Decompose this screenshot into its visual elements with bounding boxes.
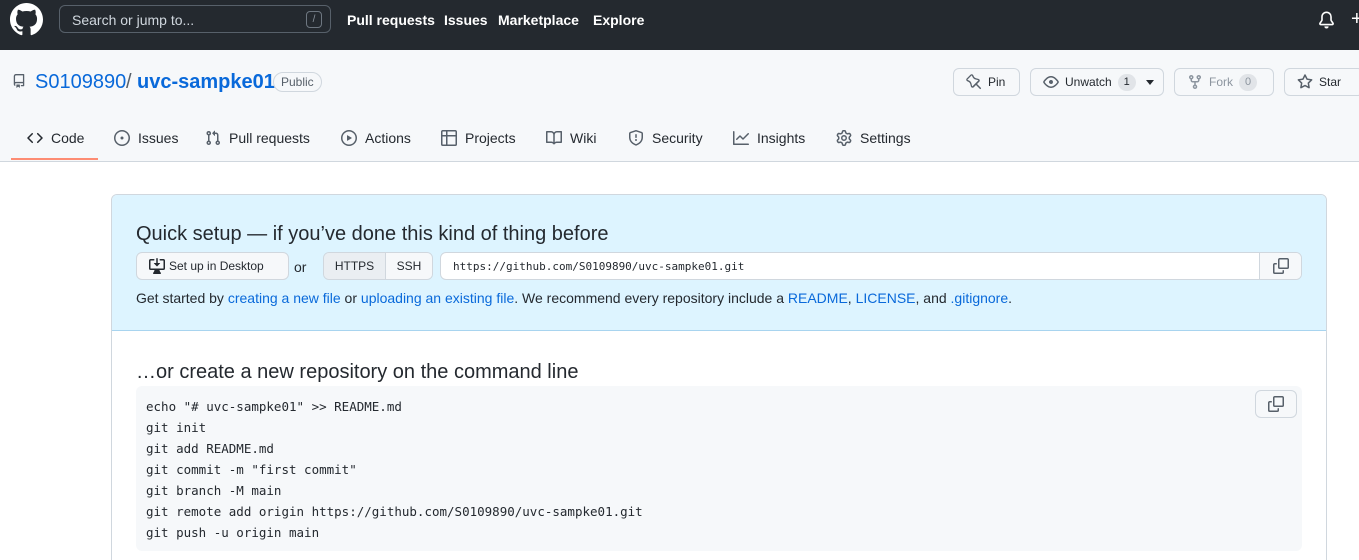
repo-icon (13, 74, 25, 88)
star-button[interactable]: Star (1284, 68, 1359, 96)
pin-label: Pin (988, 75, 1006, 89)
tab-insights-label: Insights (757, 130, 806, 146)
clone-url-field[interactable]: https://github.com/S0109890/uvc-sampke01… (440, 252, 1302, 280)
code-line: git push -u origin main (146, 525, 320, 540)
copy-commands-button[interactable] (1255, 390, 1297, 418)
command-line-code-block: echo "# uvc-sampke01" >> README.md git i… (136, 386, 1302, 551)
table-icon (441, 130, 457, 146)
fork-label: Fork (1209, 75, 1233, 89)
gear-icon (836, 130, 852, 146)
get-started-text-part: or (340, 290, 361, 306)
top-header: Search or jump to... / Pull requests Iss… (0, 0, 1359, 50)
tab-projects-label: Projects (465, 130, 516, 146)
quick-setup-panel: Quick setup — if you’ve done this kind o… (112, 195, 1326, 331)
tab-projects[interactable]: Projects (441, 128, 516, 148)
tab-actions[interactable]: Actions (341, 128, 411, 148)
desktop-download-icon (149, 258, 165, 274)
tab-issues-label: Issues (138, 130, 179, 146)
code-icon (27, 132, 43, 144)
protocol-toggle: HTTPS SSH (323, 252, 433, 280)
tab-code-label: Code (51, 130, 85, 146)
graph-icon (733, 131, 749, 145)
repo-path-separator: / (126, 71, 132, 93)
code-line: git add README.md (146, 441, 274, 456)
plus-icon[interactable]: + (1351, 8, 1359, 31)
repo-name-link[interactable]: uvc-sampke01 (137, 71, 275, 94)
selected-tab-indicator (11, 158, 98, 160)
license-link[interactable]: LICENSE (856, 290, 916, 306)
quick-setup-card: Quick setup — if you’ve done this kind o… (111, 194, 1327, 560)
search-shortcut-key: / (306, 11, 322, 28)
tab-insights[interactable]: Insights (733, 128, 805, 148)
unwatch-label: Unwatch (1065, 75, 1112, 89)
pin-icon (966, 74, 982, 90)
command-line-title: …or create a new repository on the comma… (136, 361, 579, 383)
get-started-text-part: , and (915, 290, 951, 306)
github-logo-icon[interactable] (10, 3, 43, 36)
get-started-text-part: . (1008, 290, 1013, 306)
tab-settings-label: Settings (860, 130, 911, 146)
tab-wiki-label: Wiki (570, 130, 597, 146)
tab-code[interactable]: Code (27, 128, 84, 148)
repo-forked-icon (1189, 75, 1201, 90)
tab-security-label: Security (652, 130, 703, 146)
or-text: or (294, 259, 307, 275)
setup-in-desktop-button[interactable]: Set up in Desktop (136, 252, 289, 280)
eye-icon (1043, 76, 1059, 88)
copy-icon (1268, 396, 1284, 412)
shield-icon (629, 130, 643, 146)
nav-issues[interactable]: Issues (444, 12, 488, 28)
quick-setup-title: Quick setup — if you’ve done this kind o… (136, 223, 609, 245)
watch-count-badge: 1 (1117, 73, 1136, 91)
ssh-button[interactable]: SSH (386, 253, 432, 279)
star-icon (1297, 74, 1313, 89)
repository-header: S0109890 / uvc-sampke01 Public Pin Unwat… (0, 50, 1359, 162)
copy-icon (1272, 258, 1289, 274)
https-button[interactable]: HTTPS (324, 253, 386, 279)
issue-opened-icon (114, 130, 130, 146)
get-started-text-part: Get started by (136, 290, 228, 306)
fork-button[interactable]: Fork 0 (1174, 68, 1274, 96)
clone-url-text: https://github.com/S0109890/uvc-sampke01… (453, 260, 745, 273)
creating-new-file-link[interactable]: creating a new file (228, 290, 341, 306)
tab-wiki[interactable]: Wiki (546, 128, 596, 148)
get-started-text: Get started by creating a new file or up… (136, 290, 1012, 306)
gitignore-link[interactable]: .gitignore (951, 290, 1009, 306)
get-started-text-part: . We recommend every repository include … (514, 290, 788, 306)
play-icon (341, 130, 357, 146)
code-line: git remote add origin https://github.com… (146, 504, 643, 519)
nav-pull-requests[interactable]: Pull requests (347, 12, 435, 28)
tab-settings[interactable]: Settings (836, 128, 911, 148)
search-placeholder: Search or jump to... (72, 12, 195, 28)
copy-url-button[interactable] (1259, 253, 1301, 279)
code-line: git init (146, 420, 207, 435)
tab-issues[interactable]: Issues (114, 128, 178, 148)
git-pull-request-icon (206, 130, 221, 146)
tab-security[interactable]: Security (628, 128, 703, 148)
tab-actions-label: Actions (365, 130, 411, 146)
star-label: Star (1319, 75, 1342, 89)
code-line: echo "# uvc-sampke01" >> README.md (146, 399, 402, 414)
tab-pull-requests-label: Pull requests (229, 130, 310, 146)
pin-button[interactable]: Pin (953, 68, 1020, 96)
code-line: git commit -m "first commit" (146, 462, 357, 477)
repo-owner-link[interactable]: S0109890 (35, 71, 126, 94)
code-line: git branch -M main (146, 483, 282, 498)
visibility-badge: Public (273, 72, 322, 92)
nav-marketplace[interactable]: Marketplace (498, 12, 579, 28)
setup-in-desktop-label: Set up in Desktop (169, 259, 264, 273)
chevron-down-icon (1145, 79, 1154, 85)
fork-count-badge: 0 (1239, 73, 1257, 91)
unwatch-button[interactable]: Unwatch 1 (1030, 68, 1164, 96)
tab-pull-requests[interactable]: Pull requests (205, 128, 310, 148)
get-started-text-part: , (847, 290, 856, 306)
bell-icon[interactable] (1318, 11, 1335, 29)
nav-explore[interactable]: Explore (593, 12, 644, 28)
search-input[interactable]: Search or jump to... / (59, 5, 331, 33)
uploading-existing-file-link[interactable]: uploading an existing file (361, 290, 514, 306)
readme-link[interactable]: README (788, 290, 848, 306)
book-icon (546, 130, 562, 145)
